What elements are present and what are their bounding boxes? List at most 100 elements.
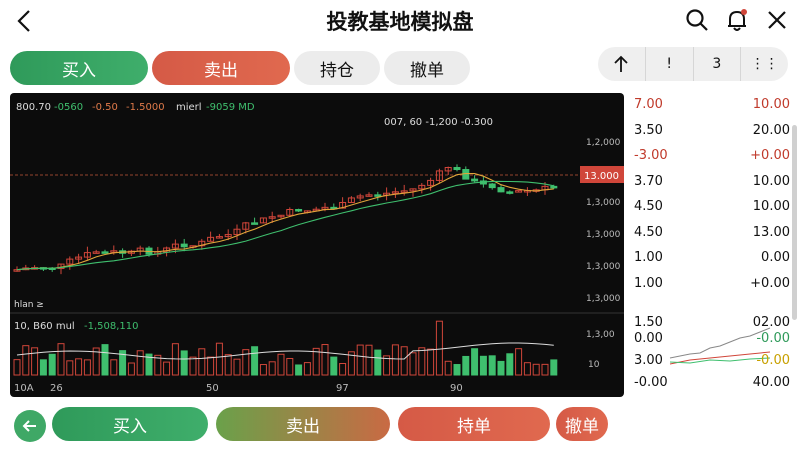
candle-body: [453, 167, 461, 171]
side-left-value: 1.00: [634, 250, 663, 265]
volume-bar: [22, 345, 30, 376]
volume-bar: [268, 361, 276, 376]
mini-row: 0.00 -0.00: [630, 331, 790, 351]
side-right-value: 10.00: [752, 199, 790, 214]
volume-bar: [471, 348, 479, 376]
volume-bar: [180, 350, 188, 376]
volume-bar: [541, 363, 549, 376]
volume-bar: [75, 358, 83, 376]
bottom-buy-button[interactable]: 买入: [52, 407, 208, 441]
title-bar: 投教基地模拟盘: [0, 0, 800, 44]
side-left-value: -3.00: [634, 148, 668, 163]
volume-bar: [163, 361, 171, 376]
volume-bar: [48, 353, 56, 376]
mini-left-value: -0.00: [634, 375, 668, 390]
side-right-value: +0.00: [750, 148, 790, 163]
volume-bar: [506, 353, 514, 376]
candle-body: [251, 222, 259, 225]
volume-bar: [101, 344, 109, 376]
side-left-value: 7.00: [634, 97, 663, 112]
volume-bar: [303, 362, 311, 376]
legend-ma-label: mierl: [176, 102, 202, 113]
bottom-sell-button[interactable]: 卖出: [216, 407, 390, 441]
volume-bar: [523, 362, 531, 376]
volume-bar: [198, 348, 206, 376]
volume-bar: [295, 364, 303, 376]
volume-bar: [259, 364, 267, 376]
buy-button[interactable]: 买入: [10, 51, 148, 85]
volume-bar: [57, 343, 65, 376]
bell-icon[interactable]: [724, 7, 750, 33]
side-left-value: 4.50: [634, 224, 663, 240]
volume-bar: [365, 344, 373, 376]
volume-bar: [330, 356, 338, 376]
mini-row: 3.00 -0.00: [630, 353, 790, 373]
bottom-back-button[interactable]: [14, 410, 46, 442]
side-row: 3.50 20.00: [630, 123, 790, 143]
search-icon[interactable]: [684, 7, 710, 33]
candle-body: [506, 191, 514, 194]
current-price-label: 13.000: [584, 171, 619, 182]
close-icon[interactable]: [764, 7, 790, 33]
candle-body: [295, 209, 303, 212]
side-right-value: 10.00: [752, 173, 790, 189]
volume-bar: [550, 359, 558, 376]
volume-bar: [356, 344, 364, 376]
volume-bar: [488, 355, 496, 376]
candle-body: [550, 185, 558, 189]
side-right-value: +0.00: [750, 275, 790, 291]
mini-right-value: 02.00: [752, 315, 790, 330]
marker-tool[interactable]: !: [646, 47, 694, 81]
position-button[interactable]: 持仓: [294, 51, 380, 85]
volume-bar: [83, 359, 91, 376]
volume-bar: [110, 359, 118, 376]
cancel-order-button[interactable]: 撤单: [384, 51, 470, 85]
price-tick-2: 1,3,000: [586, 198, 621, 208]
side-left-value: 1.00: [634, 275, 663, 291]
bottom-cancel-button[interactable]: 撤单: [556, 407, 608, 441]
legend-change-pct: -0.50: [92, 102, 118, 113]
volume-bar: [207, 356, 215, 376]
side-right-value: 10.00: [752, 97, 790, 112]
legend-change: -0560: [54, 102, 83, 113]
chart-toolbox: ! 3 ⋮⋮: [598, 47, 788, 81]
volume-bar: [427, 348, 435, 376]
mini-right-value: -0.00: [756, 331, 790, 346]
side-quote-panel: 7.00 10.00 3.50 20.00 -3.00 +0.00 3.70 10.00 4.5…: [630, 93, 800, 397]
arrow-up-icon[interactable]: [598, 47, 646, 81]
scrollbar[interactable]: [792, 125, 797, 320]
arrow-left-icon: [22, 420, 36, 432]
x-label-1: 10A: [14, 383, 34, 394]
volume-bar: [435, 320, 443, 376]
bottom-hold-button[interactable]: 持单: [398, 407, 550, 441]
candle-body: [497, 187, 505, 193]
mini-right-value: -0.00: [756, 353, 790, 368]
volume-bar: [321, 344, 329, 376]
kline-chart[interactable]: 800.70 -0560 -0.50 -1.5000 mierl -9059 M…: [10, 93, 624, 397]
period-tool[interactable]: 3: [694, 47, 742, 81]
side-row: 1.00 +0.00: [630, 276, 790, 296]
candle-body: [180, 243, 188, 248]
sell-button[interactable]: 卖出: [152, 51, 290, 85]
side-row: 1.00 0.00: [630, 250, 790, 270]
volume-legend-value: -1,508,110: [84, 321, 139, 332]
volume-bar: [277, 353, 285, 376]
mini-left-value: 1.50: [634, 315, 663, 330]
volume-bar: [136, 350, 144, 376]
volume-bar: [444, 360, 452, 376]
candle-body: [488, 183, 496, 189]
x-label-2: 26: [50, 383, 63, 394]
volume-bar: [189, 356, 197, 376]
more-tool[interactable]: ⋮⋮: [741, 47, 788, 81]
mini-left-value: 0.00: [634, 331, 663, 346]
volume-bar: [418, 347, 426, 376]
side-left-value: 4.50: [634, 199, 663, 214]
volume-bar: [224, 354, 232, 376]
page-title: 投教基地模拟盘: [326, 10, 474, 34]
volume-bar: [462, 355, 470, 376]
side-right-value: 20.00: [752, 122, 790, 138]
side-row: 4.50 10.00: [630, 199, 790, 219]
volume-bar: [31, 347, 39, 376]
volume-bar: [233, 358, 241, 376]
legend-amount: -1.5000: [126, 102, 165, 113]
